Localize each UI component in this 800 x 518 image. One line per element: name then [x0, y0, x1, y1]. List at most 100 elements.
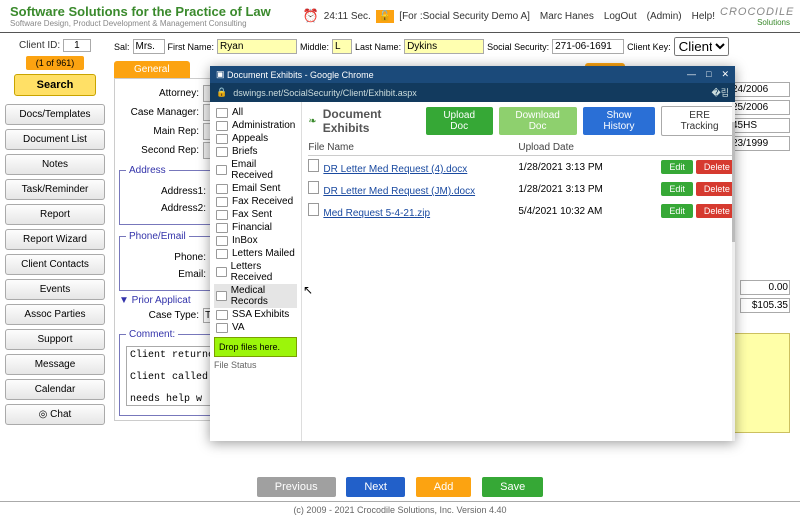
brand-title: Software Solutions for the Practice of L… — [10, 4, 271, 19]
document-icon — [308, 159, 319, 172]
folder-icon — [216, 249, 228, 259]
sidebar-button-assoc-parties[interactable]: Assoc Parties — [5, 304, 105, 325]
file-link[interactable]: DR Letter Med Request (4).docx — [323, 164, 467, 175]
amount1-input[interactable] — [740, 280, 790, 295]
folder-email-sent[interactable]: Email Sent — [214, 182, 297, 195]
folder-letters-mailed[interactable]: Letters Mailed — [214, 247, 297, 260]
download-doc-button[interactable]: Download Doc — [499, 107, 577, 135]
right-value-input[interactable] — [730, 118, 790, 133]
right-value-input[interactable] — [730, 136, 790, 151]
chrome-url-bar: 🔒 dswings.net/SocialSecurity/Client/Exhi… — [210, 83, 735, 102]
ere-tracking-button[interactable]: ERE Tracking — [661, 106, 735, 136]
folder-fax-received[interactable]: Fax Received — [214, 195, 297, 208]
first-name-input[interactable] — [217, 39, 297, 54]
next-button[interactable]: Next — [346, 477, 405, 497]
folder-icon — [216, 323, 228, 333]
top-bar: Software Solutions for the Practice of L… — [0, 0, 800, 33]
sidebar-button-task-reminder[interactable]: Task/Reminder — [5, 179, 105, 200]
tab-general[interactable]: General — [114, 61, 190, 78]
admin-link[interactable]: (Admin) — [647, 11, 682, 22]
sidebar-button-report-wizard[interactable]: Report Wizard — [5, 229, 105, 250]
folder-inbox[interactable]: InBox — [214, 234, 297, 247]
folder-letters-received[interactable]: Letters Received — [214, 260, 297, 284]
folder-ssa-exhibits[interactable]: SSA Exhibits — [214, 308, 297, 321]
brand-subtitle: Software Design, Product Development & M… — [10, 19, 271, 28]
add-button[interactable]: Add — [416, 477, 472, 497]
sidebar-button-document-list[interactable]: Document List — [5, 129, 105, 150]
delete-button[interactable]: Delete — [696, 204, 735, 218]
folder-icon — [216, 147, 228, 157]
window-icon: ▣ — [216, 69, 225, 80]
leaf-icon: ❧ — [308, 116, 316, 127]
maximize-icon[interactable]: □ — [706, 69, 711, 80]
delete-button[interactable]: Delete — [696, 182, 735, 196]
lock-icon: 🔒 — [216, 87, 227, 98]
edit-button[interactable]: Edit — [661, 160, 693, 174]
amount2-input[interactable] — [740, 298, 790, 313]
edit-button[interactable]: Edit — [661, 182, 693, 196]
logout-link[interactable]: LogOut — [604, 11, 637, 22]
timer-text: 24:11 Sec. — [324, 11, 371, 22]
save-button[interactable]: Save — [482, 477, 543, 497]
client-id-input[interactable] — [63, 39, 91, 52]
folder-icon — [216, 210, 228, 220]
folder-icon — [216, 184, 228, 194]
client-key-select[interactable]: Client — [674, 37, 729, 56]
close-icon[interactable]: ✕ — [721, 69, 729, 80]
clock-icon: ⏰ — [303, 8, 319, 24]
lock-icon[interactable]: 🔓 — [376, 10, 394, 23]
right-value-input[interactable] — [730, 100, 790, 115]
folder-briefs[interactable]: Briefs — [214, 145, 297, 158]
file-pane: ❧ Document Exhibits Upload Doc Download … — [302, 102, 735, 441]
copy-link-icon[interactable]: �립 — [711, 86, 729, 99]
folder-email-received[interactable]: Email Received — [214, 158, 297, 182]
scrollbar[interactable] — [732, 102, 735, 441]
folder-administration[interactable]: Administration — [214, 119, 297, 132]
file-link[interactable]: Med Request 5-4-21.zip — [323, 208, 430, 219]
sidebar-button-message[interactable]: Message — [5, 354, 105, 375]
drop-zone[interactable]: Drop files here. — [214, 337, 297, 357]
scroll-thumb[interactable] — [732, 122, 735, 242]
sidebar-button-docs-templates[interactable]: Docs/Templates — [5, 104, 105, 125]
folder-appeals[interactable]: Appeals — [214, 132, 297, 145]
sidebar-button--chat[interactable]: ◎ Chat — [5, 404, 105, 425]
delete-button[interactable]: Delete — [696, 160, 735, 174]
file-date: 1/28/2021 3:13 PM — [518, 162, 658, 173]
previous-button[interactable]: Previous — [257, 477, 336, 497]
sidebar-button-support[interactable]: Support — [5, 329, 105, 350]
folder-icon — [216, 236, 228, 246]
sidebar-button-report[interactable]: Report — [5, 204, 105, 225]
sidebar-button-client-contacts[interactable]: Client Contacts — [5, 254, 105, 275]
middle-input[interactable] — [332, 39, 352, 54]
salutation-input[interactable] — [133, 39, 165, 54]
minimize-icon[interactable]: — — [687, 69, 696, 80]
col-filename[interactable]: File Name — [308, 142, 518, 153]
client-id-row: Client ID: — [19, 39, 91, 52]
right-value-input[interactable] — [730, 82, 790, 97]
folder-all[interactable]: All — [214, 106, 297, 119]
folder-icon — [216, 197, 228, 207]
document-icon — [308, 181, 319, 194]
show-history-button[interactable]: Show History — [583, 107, 656, 135]
folder-icon — [216, 291, 227, 301]
file-link[interactable]: DR Letter Med Request (JM).docx — [323, 186, 475, 197]
search-button[interactable]: Search — [14, 74, 97, 96]
sidebar-button-notes[interactable]: Notes — [5, 154, 105, 175]
brand-logo: CROCODILE Solutions — [720, 6, 790, 27]
file-row: Med Request 5-4-21.zip5/4/2021 10:32 AME… — [308, 200, 735, 222]
edit-button[interactable]: Edit — [661, 204, 693, 218]
folder-financial[interactable]: Financial — [214, 221, 297, 234]
folder-fax-sent[interactable]: Fax Sent — [214, 208, 297, 221]
col-uploaddate[interactable]: Upload Date — [518, 142, 658, 153]
folder-pane: AllAdministrationAppealsBriefsEmail Rece… — [210, 102, 302, 441]
folder-medical-records[interactable]: Medical Records — [214, 284, 297, 308]
left-sidebar: Client ID: (1 of 961) Search Docs/Templa… — [0, 33, 110, 473]
sidebar-button-events[interactable]: Events — [5, 279, 105, 300]
folder-va[interactable]: VA — [214, 321, 297, 334]
user-name: Marc Hanes — [540, 11, 594, 22]
help-link[interactable]: Help! — [692, 11, 715, 22]
upload-doc-button[interactable]: Upload Doc — [426, 107, 493, 135]
ssn-input[interactable] — [552, 39, 624, 54]
sidebar-button-calendar[interactable]: Calendar — [5, 379, 105, 400]
last-name-input[interactable] — [404, 39, 484, 54]
